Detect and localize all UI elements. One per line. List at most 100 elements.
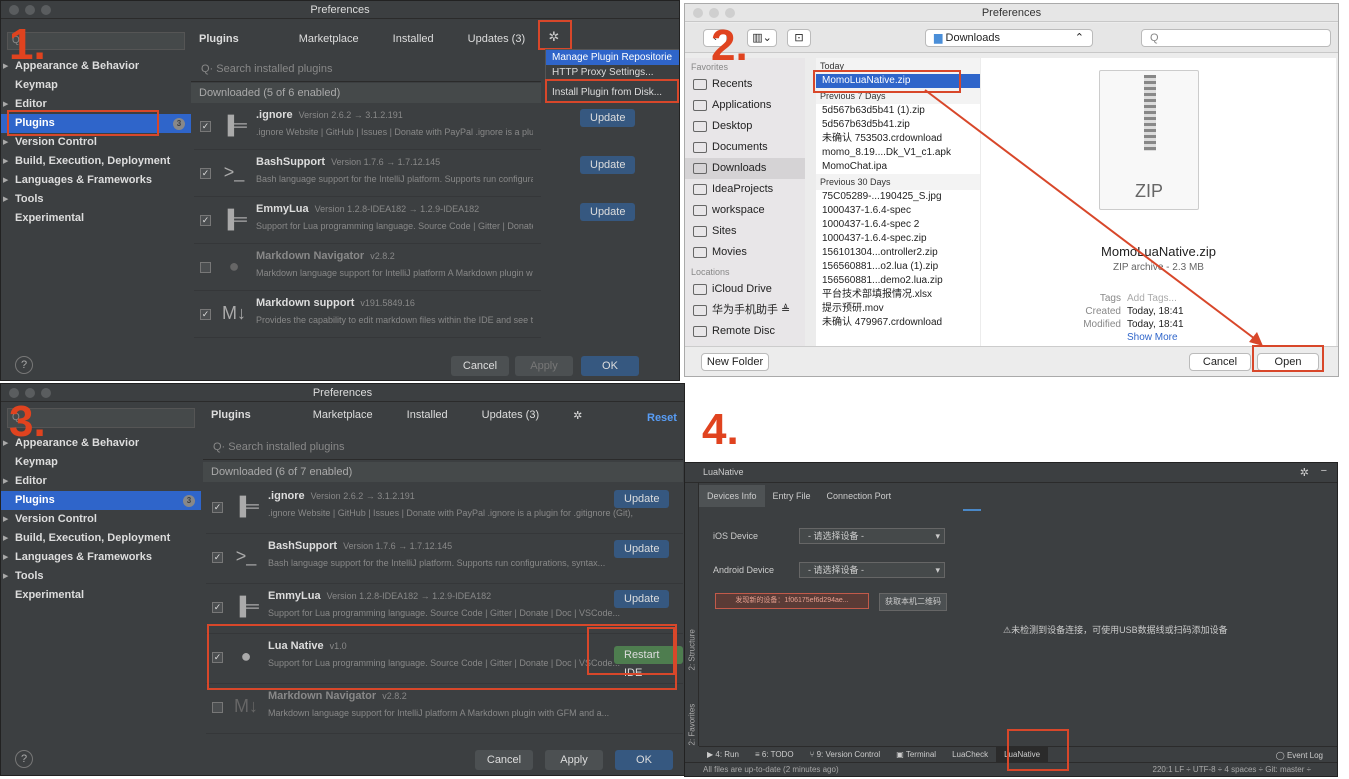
update-button[interactable]: Update <box>614 540 670 558</box>
step-1-label: 1. <box>9 20 46 69</box>
menu-http-proxy[interactable]: HTTP Proxy Settings... <box>546 65 679 80</box>
gear-icon[interactable]: ✲ <box>573 409 582 422</box>
sidebar-item-label: Keymap <box>15 79 58 91</box>
sidebar-item-tools[interactable]: Tools <box>1 567 201 586</box>
bottom-tab-luanative[interactable]: LuaNative <box>996 746 1049 763</box>
sidebar-item-tools[interactable]: Tools <box>1 190 191 209</box>
downloaded-header: Downloaded (5 of 6 enabled) <box>191 83 541 103</box>
sidebar-item-experimental[interactable]: Experimental <box>1 586 201 605</box>
sidebar-item-plugins[interactable]: Plugins 3 <box>1 491 201 510</box>
bottom-tab-9-version-control[interactable]: ⑂ 9: Version Control <box>802 747 889 763</box>
plugin-row-markdown-navigator[interactable]: M↓ Markdown Navigator v2.8.2 Markdown langu… <box>206 684 683 734</box>
tab-installed[interactable]: Installed <box>407 409 448 421</box>
plugin-search-input[interactable]: Q· Search installed plugins <box>191 56 541 82</box>
bottom-tab-terminal[interactable]: ▣ Terminal <box>888 747 944 763</box>
sidebar-item-version-control[interactable]: Version Control <box>1 510 201 529</box>
ok-button[interactable]: OK <box>615 750 673 770</box>
tab-marketplace[interactable]: Marketplace <box>313 409 373 421</box>
sidebar-item-label: Languages & Frameworks <box>15 174 152 186</box>
sidebar-item-languages-frameworks[interactable]: Languages & Frameworks <box>1 171 191 190</box>
help-icon[interactable]: ? <box>15 750 33 768</box>
enable-checkbox[interactable]: ✓ <box>212 502 223 513</box>
plugin-row-ignore[interactable]: ✓ ▐═ .ignore Version 2.6.2 → 3.1.2.191 .igno… <box>194 103 636 150</box>
help-icon[interactable]: ? <box>15 356 33 374</box>
plugin-description: Provides the capability to edit markdown… <box>256 315 533 325</box>
menu-install-from-disk[interactable]: Install Plugin from Disk... <box>546 84 679 102</box>
sidebar-item-build-execution-deployment[interactable]: Build, Execution, Deployment <box>1 152 191 171</box>
structure-tab[interactable]: 2: Structure <box>688 605 697 670</box>
plugin-row-emmylua[interactable]: ✓ ▐═ EmmyLua Version 1.2.8-IDEA182 → 1.2.9-… <box>194 197 636 244</box>
enable-checkbox[interactable]: ✓ <box>212 652 223 663</box>
plugin-row-bashsupport[interactable]: ✓ >_ BashSupport Version 1.7.6 → 1.7.12.145… <box>206 534 683 584</box>
android-device-select[interactable]: - 请选择设备 - ▾ <box>799 562 945 578</box>
found-device-button[interactable]: 发现新的设备：1f06175ef6d294ae... <box>715 593 869 609</box>
sidebar-item-experimental[interactable]: Experimental <box>1 209 191 228</box>
no-device-message: ⚠未检测到设备连接，可使用USB数据线或扫码添加设备 <box>1003 625 1228 635</box>
tab-updates[interactable]: Updates (3) <box>482 409 539 421</box>
close-dot[interactable] <box>9 5 19 15</box>
plugin-search-input[interactable]: Q· Search installed plugins <box>203 434 683 460</box>
gear-icon[interactable]: ✲ <box>546 29 562 45</box>
sidebar-item-keymap[interactable]: Keymap <box>1 453 201 472</box>
window-titlebar: Preferences <box>1 1 679 19</box>
plugin-name: Lua Native v1.0 <box>268 640 347 652</box>
plugin-description: Bash language support for the IntelliJ p… <box>268 558 606 568</box>
reset-link[interactable]: Reset <box>647 412 677 424</box>
plugin-row-markdown-navigator[interactable]: ● Markdown Navigator v2.8.2 Markdown langua… <box>194 244 541 291</box>
qr-code-button[interactable]: 获取本机二维码 <box>879 593 947 611</box>
plugin-row-bashsupport[interactable]: ✓ >_ BashSupport Version 1.7.6 → 1.7.12.145… <box>194 150 636 197</box>
enable-checkbox[interactable] <box>200 262 211 273</box>
plugin-name: .ignore Version 2.6.2 → 3.1.2.191 <box>256 109 403 121</box>
ios-device-select[interactable]: - 请选择设备 - ▾ <box>799 528 945 544</box>
enable-checkbox[interactable]: ✓ <box>212 552 223 563</box>
zoom-dot[interactable] <box>41 5 51 15</box>
bottom-tab-luacheck[interactable]: LuaCheck <box>944 747 996 763</box>
update-button[interactable]: Update <box>614 590 670 608</box>
cancel-button[interactable]: Cancel <box>475 750 533 770</box>
plugin-row-markdown-support[interactable]: ✓ M↓ Markdown support v191.5849.16 Provides … <box>194 291 541 338</box>
sidebar-item-plugins[interactable]: Plugins 3 <box>1 114 191 133</box>
enable-checkbox[interactable]: ✓ <box>200 168 211 179</box>
apply-button[interactable]: Apply <box>545 750 603 770</box>
minimize-icon[interactable]: − <box>1321 465 1327 477</box>
sidebar-item-build-execution-deployment[interactable]: Build, Execution, Deployment <box>1 529 201 548</box>
cancel-button[interactable]: Cancel <box>451 356 509 376</box>
sidebar-item-editor[interactable]: Editor <box>1 95 191 114</box>
enable-checkbox[interactable]: ✓ <box>200 121 211 132</box>
update-button[interactable]: Update <box>580 203 636 221</box>
tab-marketplace[interactable]: Marketplace <box>299 33 359 45</box>
sidebar-item-keymap[interactable]: Keymap <box>1 76 191 95</box>
sidebar-item-version-control[interactable]: Version Control <box>1 133 191 152</box>
plugin-row-emmylua[interactable]: ✓ ▐═ EmmyLua Version 1.2.8-IDEA182 → 1.2.9-… <box>206 584 683 634</box>
enable-checkbox[interactable]: ✓ <box>200 309 211 320</box>
tab-updates[interactable]: Updates (3) <box>468 33 525 45</box>
sidebar-item-label: Experimental <box>15 589 85 601</box>
update-button[interactable]: Update <box>614 490 670 508</box>
sidebar-item-label: Experimental <box>15 212 85 224</box>
bottom-tab-4-run[interactable]: ▶ 4: Run <box>699 747 747 763</box>
enable-checkbox[interactable] <box>212 702 223 713</box>
sidebar-item-editor[interactable]: Editor <box>1 472 201 491</box>
update-button[interactable]: Update <box>580 109 636 127</box>
sidebar-item-label: Plugins <box>15 117 55 129</box>
settings-gear-icon[interactable]: ✲ <box>1300 466 1309 479</box>
plugin-row-lua-native[interactable]: ✓ ● Lua Native v1.0 Support for Lua programm… <box>206 634 683 684</box>
tab-connection-port[interactable]: Connection Port <box>819 485 900 507</box>
tab-entry-file[interactable]: Entry File <box>765 485 819 507</box>
tab-installed[interactable]: Installed <box>393 33 434 45</box>
favorites-tab[interactable]: 2: Favorites <box>688 680 697 746</box>
bottom-tab-6-todo[interactable]: ≡ 6: TODO <box>747 747 802 763</box>
minimize-dot[interactable] <box>25 5 35 15</box>
plugin-row-ignore[interactable]: ✓ ▐═ .ignore Version 2.6.2 → 3.1.2.191 .igno… <box>206 484 683 534</box>
menu-manage-repositories[interactable]: Manage Plugin Repositorie <box>546 50 679 65</box>
enable-checkbox[interactable]: ✓ <box>200 215 211 226</box>
enable-checkbox[interactable]: ✓ <box>212 602 223 613</box>
sidebar-item-languages-frameworks[interactable]: Languages & Frameworks <box>1 548 201 567</box>
update-button[interactable]: Update <box>580 156 636 174</box>
ok-button[interactable]: OK <box>581 356 639 376</box>
count-badge: 3 <box>183 495 195 507</box>
apply-button[interactable]: Apply <box>515 356 573 376</box>
restart-ide-button[interactable]: Restart IDE <box>614 646 683 679</box>
event-log-button[interactable]: ◯ Event Log <box>1276 751 1323 760</box>
tab-devices-info[interactable]: Devices Info <box>699 485 765 507</box>
